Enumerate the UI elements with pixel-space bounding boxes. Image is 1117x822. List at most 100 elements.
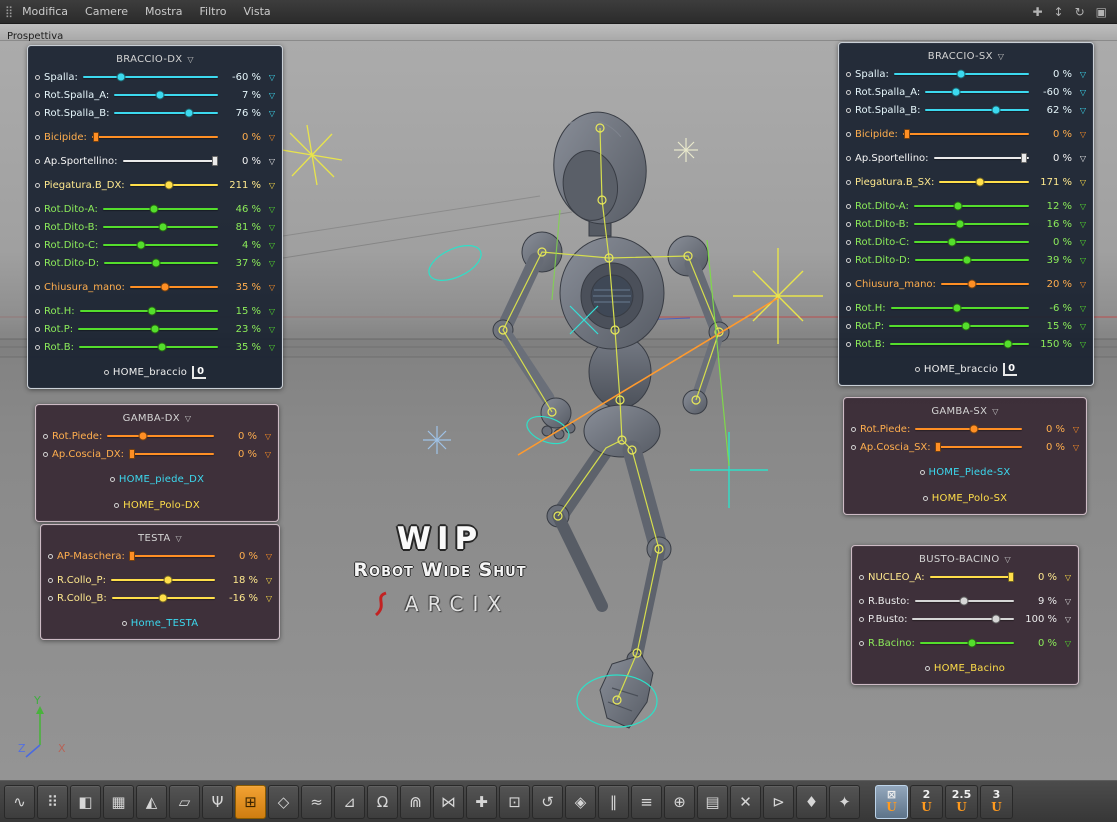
menu-item-mostra[interactable]: Mostra [145, 5, 183, 18]
slider-knob[interactable] [961, 321, 971, 331]
app-grid-icon[interactable]: ⣿ [5, 5, 13, 18]
envelope-dropdown-icon[interactable]: ▽ [1057, 639, 1071, 648]
slider-track[interactable] [893, 69, 1029, 79]
tool-button-23[interactable]: ✕ [730, 784, 761, 819]
slider-track[interactable] [103, 240, 218, 250]
home-button-home-polo-sx[interactable]: HOME_Polo-SX [851, 488, 1079, 508]
slider-track[interactable] [940, 279, 1029, 289]
tool-button-26[interactable]: ✦ [829, 784, 860, 819]
slider-track[interactable] [912, 614, 1014, 624]
slider-knob[interactable] [116, 72, 126, 82]
envelope-dropdown-icon[interactable]: ▽ [1072, 280, 1086, 289]
envelope-dropdown-icon[interactable]: ▽ [1072, 238, 1086, 247]
slider-track[interactable] [889, 339, 1029, 349]
tool-button-25[interactable]: ♦ [796, 784, 827, 819]
slider-track[interactable] [91, 132, 218, 142]
envelope-dropdown-icon[interactable]: ▽ [1072, 88, 1086, 97]
slider-track[interactable] [79, 306, 218, 316]
envelope-dropdown-icon[interactable]: ▽ [1072, 340, 1086, 349]
envelope-dropdown-icon[interactable]: ▽ [1072, 154, 1086, 163]
envelope-dropdown-icon[interactable]: ▽ [1057, 597, 1071, 606]
tool-button-14[interactable]: ⋈ [433, 784, 464, 819]
tool-button-8[interactable]: ⊞ [235, 784, 266, 819]
tool-button-10[interactable]: ≈ [301, 784, 332, 819]
slider-track[interactable] [102, 222, 218, 232]
slider-track[interactable] [102, 204, 218, 214]
slider-track[interactable] [915, 255, 1029, 265]
slider-knob[interactable] [967, 638, 977, 648]
tool-button-16[interactable]: ⊡ [499, 784, 530, 819]
slider-knob[interactable] [129, 551, 136, 561]
tool-button-1[interactable]: ∿ [4, 784, 35, 819]
envelope-dropdown-icon[interactable]: ▽ [261, 73, 275, 82]
view-preset-button-3[interactable]: 2.5 U [945, 784, 978, 819]
envelope-dropdown-icon[interactable]: ▽ [1057, 573, 1071, 582]
slider-track[interactable] [122, 156, 219, 166]
viewport-view-label[interactable]: Prospettiva [0, 29, 63, 42]
envelope-dropdown-icon[interactable]: ▽ [1065, 443, 1079, 452]
panel-title[interactable]: BRACCIO-DX ▽ [35, 50, 275, 68]
envelope-dropdown-icon[interactable]: ▽ [261, 307, 275, 316]
envelope-dropdown-icon[interactable]: ▽ [1072, 178, 1086, 187]
collapse-arrow-icon[interactable]: ▽ [176, 534, 182, 543]
slider-knob[interactable] [212, 156, 219, 166]
slider-knob[interactable] [149, 204, 158, 214]
menu-item-filtro[interactable]: Filtro [200, 5, 227, 18]
tool-button-3[interactable]: ◧ [70, 784, 101, 819]
slider-knob[interactable] [184, 108, 194, 118]
slider-track[interactable] [78, 342, 218, 352]
envelope-dropdown-icon[interactable]: ▽ [1057, 615, 1071, 624]
envelope-dropdown-icon[interactable]: ▽ [1065, 425, 1079, 434]
home-button-home-testa[interactable]: Home_TESTA [48, 613, 272, 633]
envelope-dropdown-icon[interactable]: ▽ [258, 594, 272, 603]
slider-knob[interactable] [128, 449, 135, 459]
panel-title[interactable]: BUSTO-BACINO ▽ [859, 550, 1071, 568]
slider-knob[interactable] [160, 282, 170, 292]
tool-button-13[interactable]: ⋒ [400, 784, 431, 819]
slider-track[interactable] [925, 105, 1029, 115]
slider-track[interactable] [104, 258, 218, 268]
tool-button-21[interactable]: ⊕ [664, 784, 695, 819]
maximize-view-icon[interactable]: ▣ [1096, 6, 1107, 18]
tool-button-9[interactable]: ◇ [268, 784, 299, 819]
slider-knob[interactable] [952, 303, 962, 313]
slider-knob[interactable] [959, 596, 969, 606]
panel-title[interactable]: BRACCIO-SX ▽ [846, 47, 1086, 65]
slider-track[interactable] [919, 638, 1014, 648]
slider-knob[interactable] [158, 593, 168, 603]
slider-track[interactable] [128, 449, 214, 459]
collapse-arrow-icon[interactable]: ▽ [1005, 555, 1011, 564]
slider-track[interactable] [890, 303, 1029, 313]
home-button-home-piede-sx[interactable]: HOME_Piede-SX [851, 462, 1079, 482]
envelope-dropdown-icon[interactable]: ▽ [1072, 106, 1086, 115]
slider-track[interactable] [78, 324, 218, 334]
envelope-dropdown-icon[interactable]: ▽ [1072, 130, 1086, 139]
tool-button-15[interactable]: ✚ [466, 784, 497, 819]
envelope-dropdown-icon[interactable]: ▽ [1072, 70, 1086, 79]
menu-item-camere[interactable]: Camere [85, 5, 128, 18]
panel-title[interactable]: GAMBA-DX ▽ [43, 409, 271, 427]
slider-track[interactable] [913, 201, 1029, 211]
slider-knob[interactable] [138, 431, 148, 441]
slider-knob[interactable] [975, 177, 985, 187]
tool-button-2[interactable]: ⠿ [37, 784, 68, 819]
slider-knob[interactable] [151, 258, 161, 268]
slider-knob[interactable] [903, 129, 910, 139]
envelope-dropdown-icon[interactable]: ▽ [1072, 220, 1086, 229]
rotate-view-icon[interactable]: ↻ [1075, 6, 1085, 18]
panel-title[interactable]: TESTA ▽ [48, 529, 272, 547]
slider-knob[interactable] [136, 240, 146, 250]
slider-track[interactable] [82, 72, 218, 82]
slider-track[interactable] [114, 90, 218, 100]
envelope-dropdown-icon[interactable]: ▽ [261, 223, 275, 232]
envelope-dropdown-icon[interactable]: ▽ [261, 181, 275, 190]
envelope-dropdown-icon[interactable]: ▽ [261, 133, 275, 142]
slider-track[interactable] [902, 129, 1029, 139]
envelope-dropdown-icon[interactable]: ▽ [261, 259, 275, 268]
envelope-dropdown-icon[interactable]: ▽ [257, 432, 271, 441]
slider-track[interactable] [129, 282, 218, 292]
envelope-dropdown-icon[interactable]: ▽ [1072, 202, 1086, 211]
envelope-dropdown-icon[interactable]: ▽ [257, 450, 271, 459]
slider-knob[interactable] [155, 90, 165, 100]
slider-knob[interactable] [163, 575, 173, 585]
